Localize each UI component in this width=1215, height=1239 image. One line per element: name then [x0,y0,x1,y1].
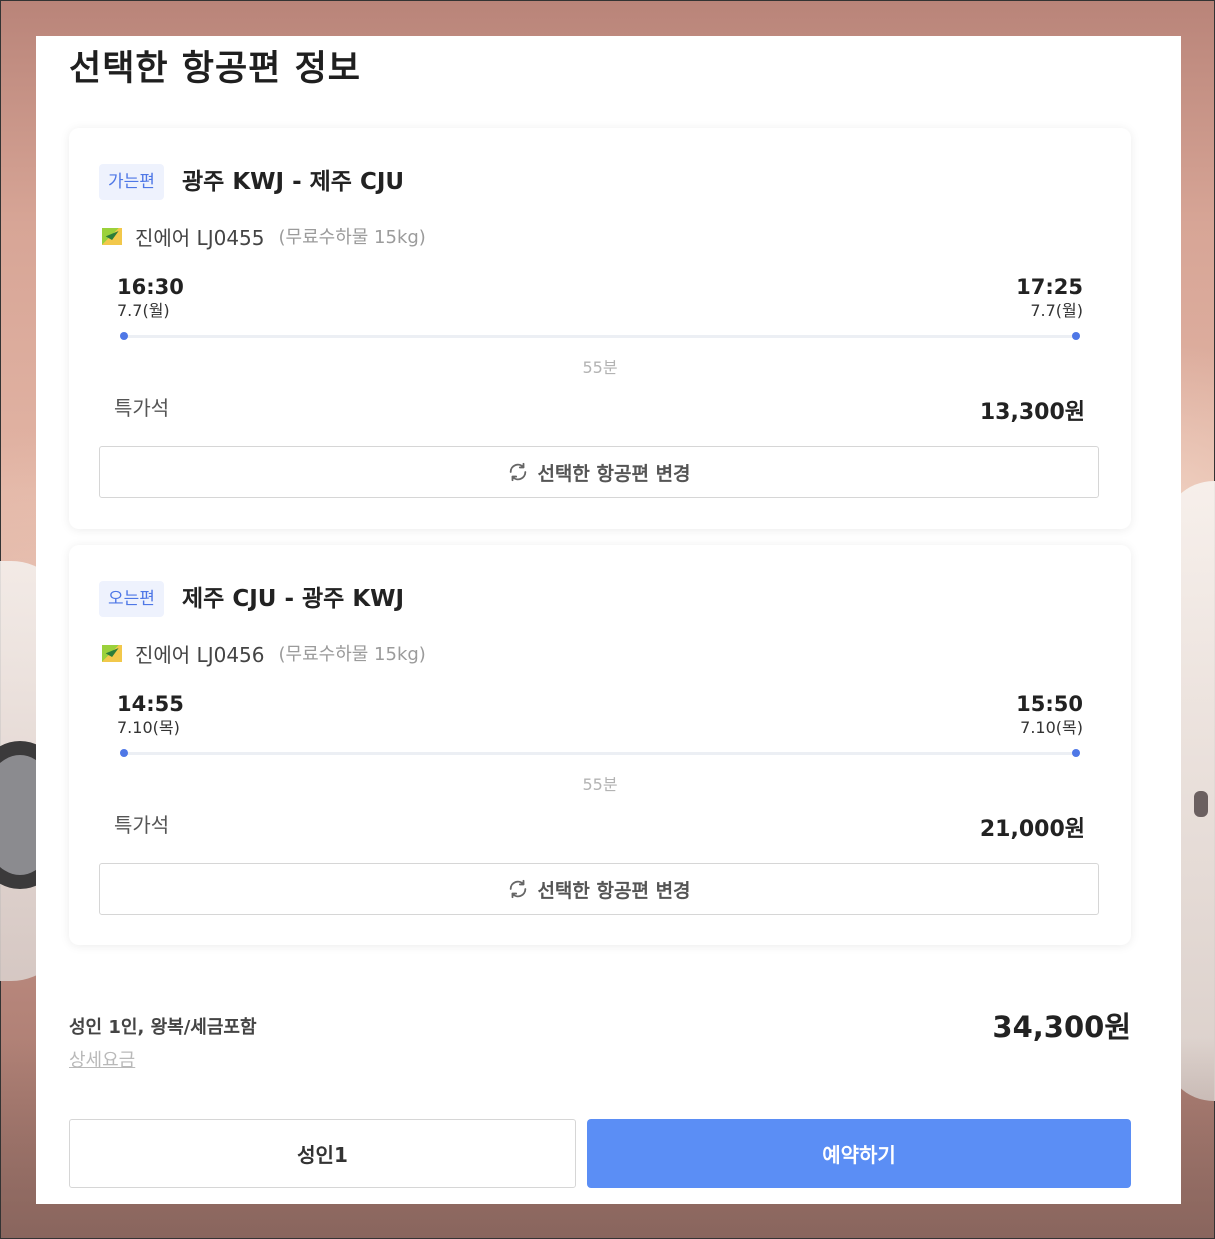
return-airline-name: 진에어 LJ0456 [135,642,265,667]
outbound-route: 광주 KWJ - 제주 CJU [182,169,405,195]
return-flight-card: 오는편 제주 CJU - 광주 KWJ 진에어 LJ0456 (무료수하물 15… [69,545,1131,945]
outbound-arrival-time: 17:25 [1016,275,1083,299]
return-duration: 55분 [582,775,618,794]
return-arrival: 15:50 7.10(목) [1016,691,1083,739]
refresh-icon [507,461,529,483]
change-outbound-flight-button[interactable]: 선택한 항공편 변경 [99,446,1099,498]
outbound-baggage-allowance: (무료수하물 15kg) [278,227,426,248]
outbound-arrival: 17:25 7.7(월) [1016,274,1083,322]
outbound-flight-card: 가는편 광주 KWJ - 제주 CJU 진에어 LJ0455 (무료수하물 15… [69,128,1131,529]
flight-info-panel: 선택한 항공편 정보 가는편 광주 KWJ - 제주 CJU 진에어 LJ045… [36,36,1181,1204]
outbound-airline-name: 진에어 LJ0455 [135,225,265,250]
return-route: 제주 CJU - 광주 KWJ [182,586,405,612]
book-button[interactable]: 예약하기 [587,1119,1131,1188]
fare-detail-link[interactable]: 상세요금 [69,1046,135,1072]
outbound-seat-class: 특가석 [114,396,170,420]
total-price: 34,300원 [992,1010,1131,1044]
return-airline-row: 진에어 LJ0456 (무료수하물 15kg) [102,638,426,668]
return-departure-time: 14:55 [117,692,184,716]
return-flight-track [123,752,1077,755]
jinair-logo-icon [102,227,122,245]
outbound-arrival-date: 7.7(월) [1030,301,1083,320]
return-badge: 오는편 [99,581,164,617]
outbound-departure: 16:30 7.7(월) [117,274,184,322]
refresh-icon [507,878,529,900]
change-return-flight-button[interactable]: 선택한 항공편 변경 [99,863,1099,915]
outbound-duration: 55분 [582,358,618,377]
outbound-departure-date: 7.7(월) [117,301,170,320]
outbound-departure-time: 16:30 [117,275,184,299]
change-outbound-flight-label: 선택한 항공편 변경 [537,462,691,485]
return-arrival-time: 15:50 [1016,692,1083,716]
return-departure-dot [120,749,128,757]
outbound-airline-row: 진에어 LJ0455 (무료수하물 15kg) [102,221,426,251]
airplane-window-right [1194,791,1208,817]
return-arrival-dot [1072,749,1080,757]
jinair-logo-icon [102,644,122,662]
fare-summary-label: 성인 1인, 왕복/세금포함 [69,1017,257,1038]
return-arrival-date: 7.10(목) [1020,718,1083,737]
passenger-select-button[interactable]: 성인1 [69,1119,576,1188]
outbound-arrival-dot [1072,332,1080,340]
return-baggage-allowance: (무료수하물 15kg) [278,644,426,665]
return-departure-date: 7.10(목) [117,718,180,737]
page-title: 선택한 항공편 정보 [69,49,361,89]
outbound-badge: 가는편 [99,164,164,200]
outbound-flight-track [123,335,1077,338]
return-seat-class: 특가석 [114,813,170,837]
outbound-price: 13,300원 [979,400,1085,425]
return-departure: 14:55 7.10(목) [117,691,184,739]
outbound-departure-dot [120,332,128,340]
change-return-flight-label: 선택한 항공편 변경 [537,879,691,902]
return-price: 21,000원 [979,817,1085,842]
